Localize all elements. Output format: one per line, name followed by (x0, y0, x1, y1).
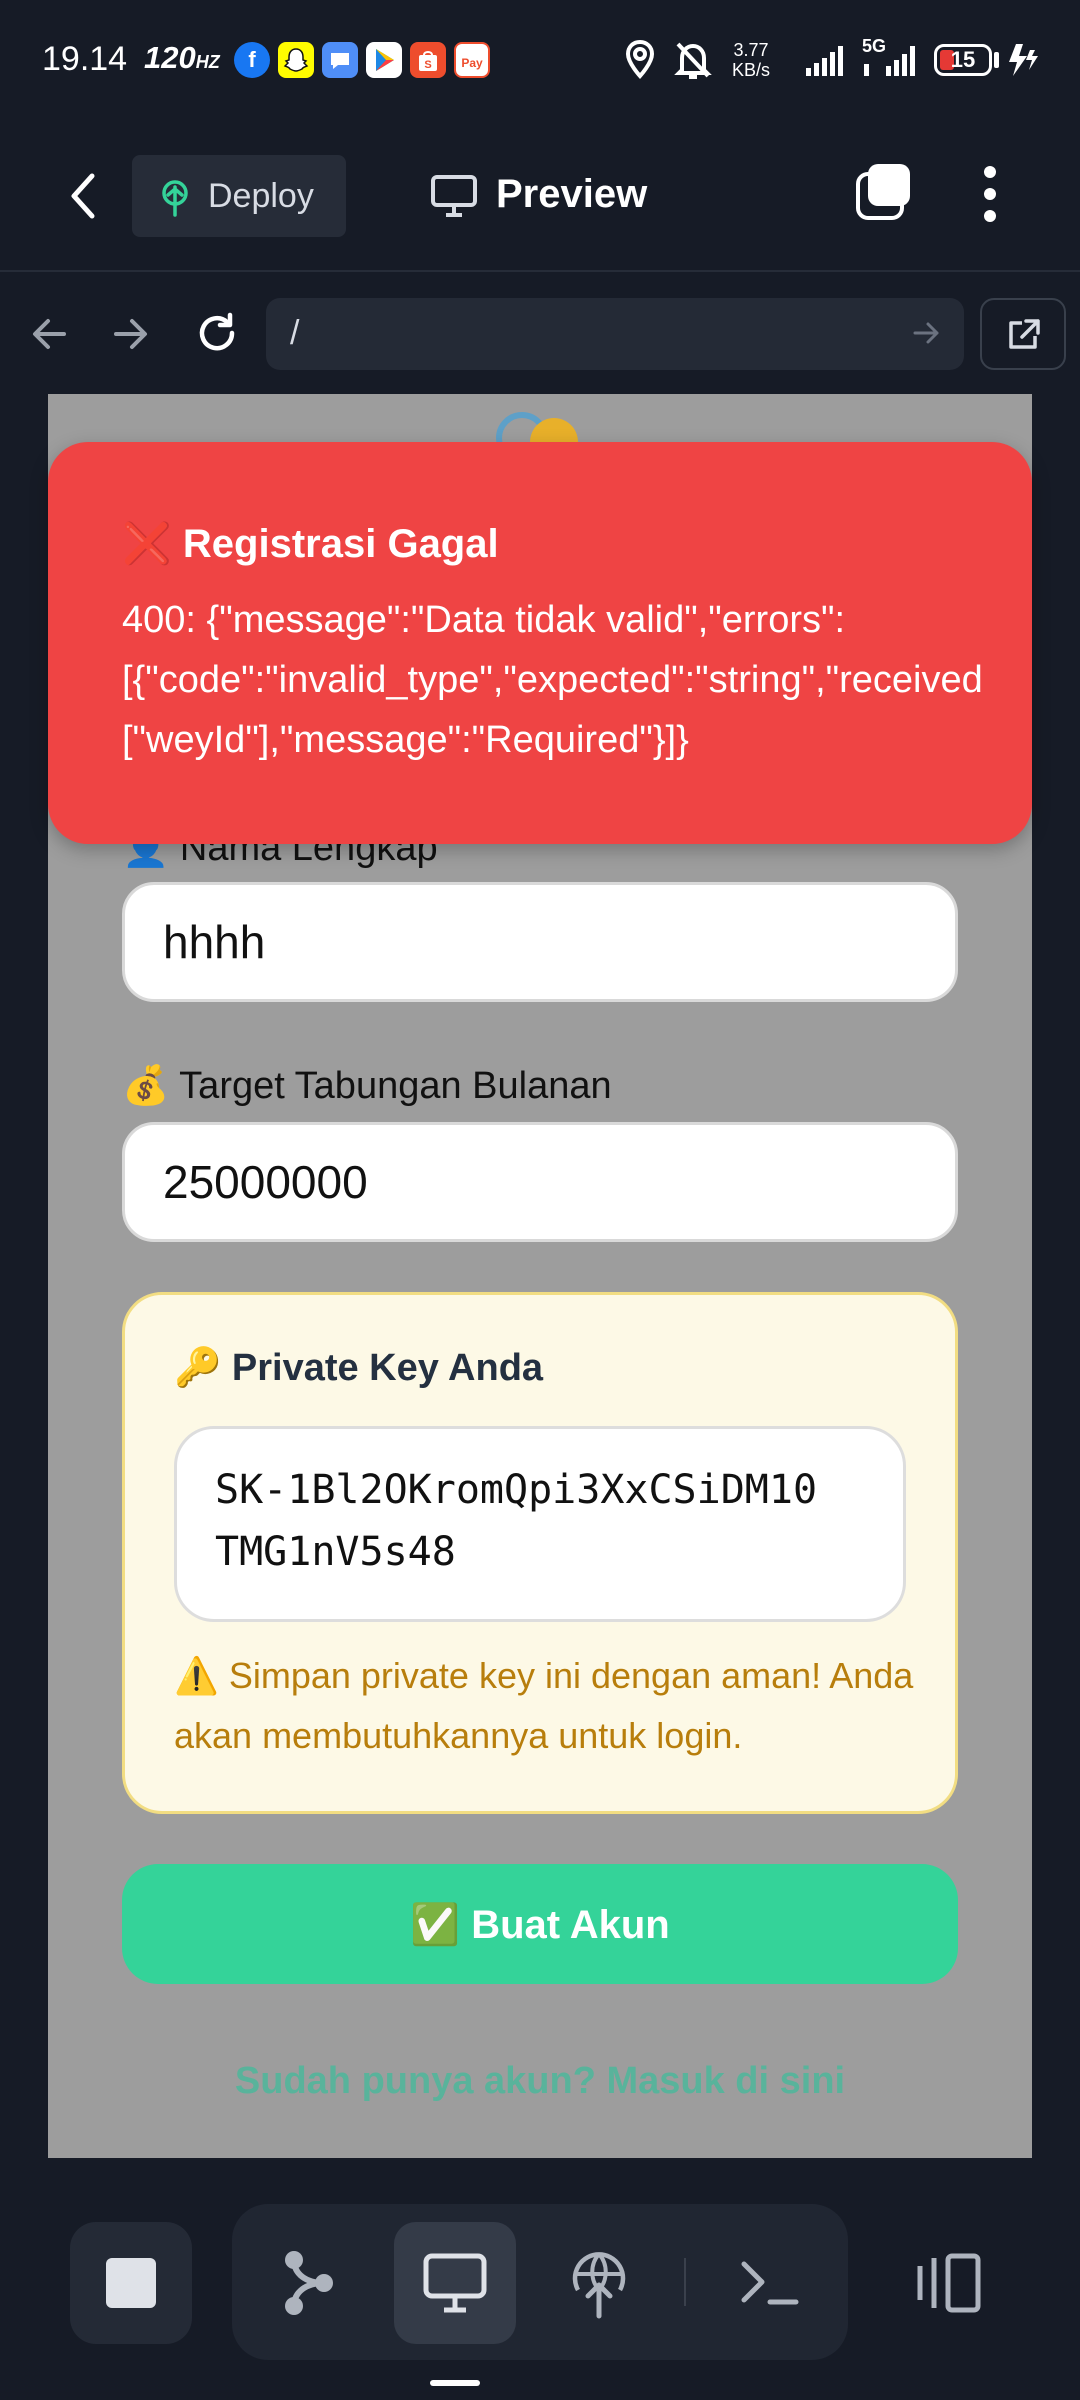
status-bar: 19.14 120HZ f S Pay 3.77 KB/s 5G 15 (0, 0, 1080, 120)
cell-signal-icon (864, 46, 915, 76)
preview-tab-button[interactable] (394, 2222, 516, 2344)
shopeepay-icon: Pay (454, 42, 490, 78)
browser-back-icon[interactable] (30, 316, 68, 352)
deploy-icon (162, 180, 188, 217)
login-link[interactable]: Sudah punya akun? Masuk di sini (122, 2060, 958, 2103)
refresh-rate-value: 120 (144, 40, 196, 75)
toolbar-divider (684, 2258, 686, 2306)
deploy-label: Deploy (208, 177, 314, 215)
more-vert-icon[interactable] (978, 164, 1002, 224)
error-toast[interactable]: ❌ Registrasi Gagal 400: {"message":"Data… (48, 442, 1032, 844)
publish-globe-icon[interactable] (568, 2250, 630, 2320)
url-text: / (290, 314, 300, 352)
private-key-field[interactable]: SK-1Bl2OKromQpi3XxCSiDM10 TMG1nV5s48 (174, 1426, 906, 1622)
preview-monitor-icon (423, 2253, 487, 2313)
git-branch-icon[interactable] (280, 2248, 340, 2318)
net-speed-unit: KB/s (731, 60, 770, 80)
webview-border-right (1032, 394, 1080, 2158)
location-icon (625, 39, 655, 79)
battery-icon: 15 (934, 44, 992, 76)
play-store-icon (366, 42, 402, 78)
target-label: 💰 Target Tabungan Bulanan (122, 1065, 612, 1107)
go-arrow-icon[interactable] (912, 318, 942, 348)
browser-forward-icon[interactable] (112, 316, 150, 352)
facebook-icon: f (234, 42, 270, 78)
shopee-icon: S (410, 42, 446, 78)
open-external-button[interactable] (980, 298, 1066, 370)
messages-icon (322, 42, 358, 78)
layout-panel-icon[interactable] (912, 2252, 984, 2314)
monitor-icon (431, 175, 477, 217)
home-indicator[interactable] (430, 2380, 480, 2386)
target-input[interactable]: 25000000 (122, 1122, 958, 1242)
net-speed: 3.77 KB/s (728, 40, 774, 80)
stop-button[interactable] (70, 2222, 192, 2344)
battery-percent: 15 (950, 47, 976, 72)
snapchat-icon (278, 42, 314, 78)
back-icon[interactable] (64, 170, 104, 222)
private-key-title: 🔑 Private Key Anda (174, 1347, 544, 1389)
mute-bell-icon (674, 42, 712, 79)
webview-border-left (0, 394, 48, 2158)
deploy-button[interactable]: Deploy (132, 155, 346, 237)
status-time: 19.14 (42, 40, 128, 78)
app-root: 19.14 120HZ f S Pay 3.77 KB/s 5G 15 Depl… (0, 0, 1080, 2400)
toast-message: 400: {"message":"Data tidak valid","erro… (122, 599, 983, 761)
url-input[interactable]: / (266, 298, 964, 370)
private-key-value: SK-1Bl2OKromQpi3XxCSiDM10 TMG1nV5s48 (215, 1467, 818, 1575)
external-link-icon (1009, 319, 1040, 349)
preview-title[interactable]: Preview (496, 172, 647, 217)
name-input[interactable]: hhhh (122, 882, 958, 1002)
shopeepay-label: Pay (461, 56, 483, 70)
net-speed-value: 3.77 (733, 40, 769, 60)
create-account-button[interactable]: ✅ Buat Akun (122, 1864, 958, 1984)
private-key-warning: ⚠️ Simpan private key ini dengan aman! A… (174, 1655, 914, 1756)
wifi-signal-icon (806, 46, 843, 76)
battery-cap (994, 52, 999, 68)
charging-icon (1009, 44, 1038, 76)
terminal-icon[interactable] (738, 2256, 800, 2310)
toast-title: ❌ Registrasi Gagal (122, 522, 499, 566)
tabs-icon[interactable] (856, 164, 910, 220)
refresh-rate-unit: HZ (195, 52, 220, 72)
refresh-rate: 120HZ (144, 40, 220, 76)
reload-icon[interactable] (194, 310, 240, 356)
stop-icon (106, 2258, 156, 2308)
svg-text:S: S (424, 59, 431, 71)
